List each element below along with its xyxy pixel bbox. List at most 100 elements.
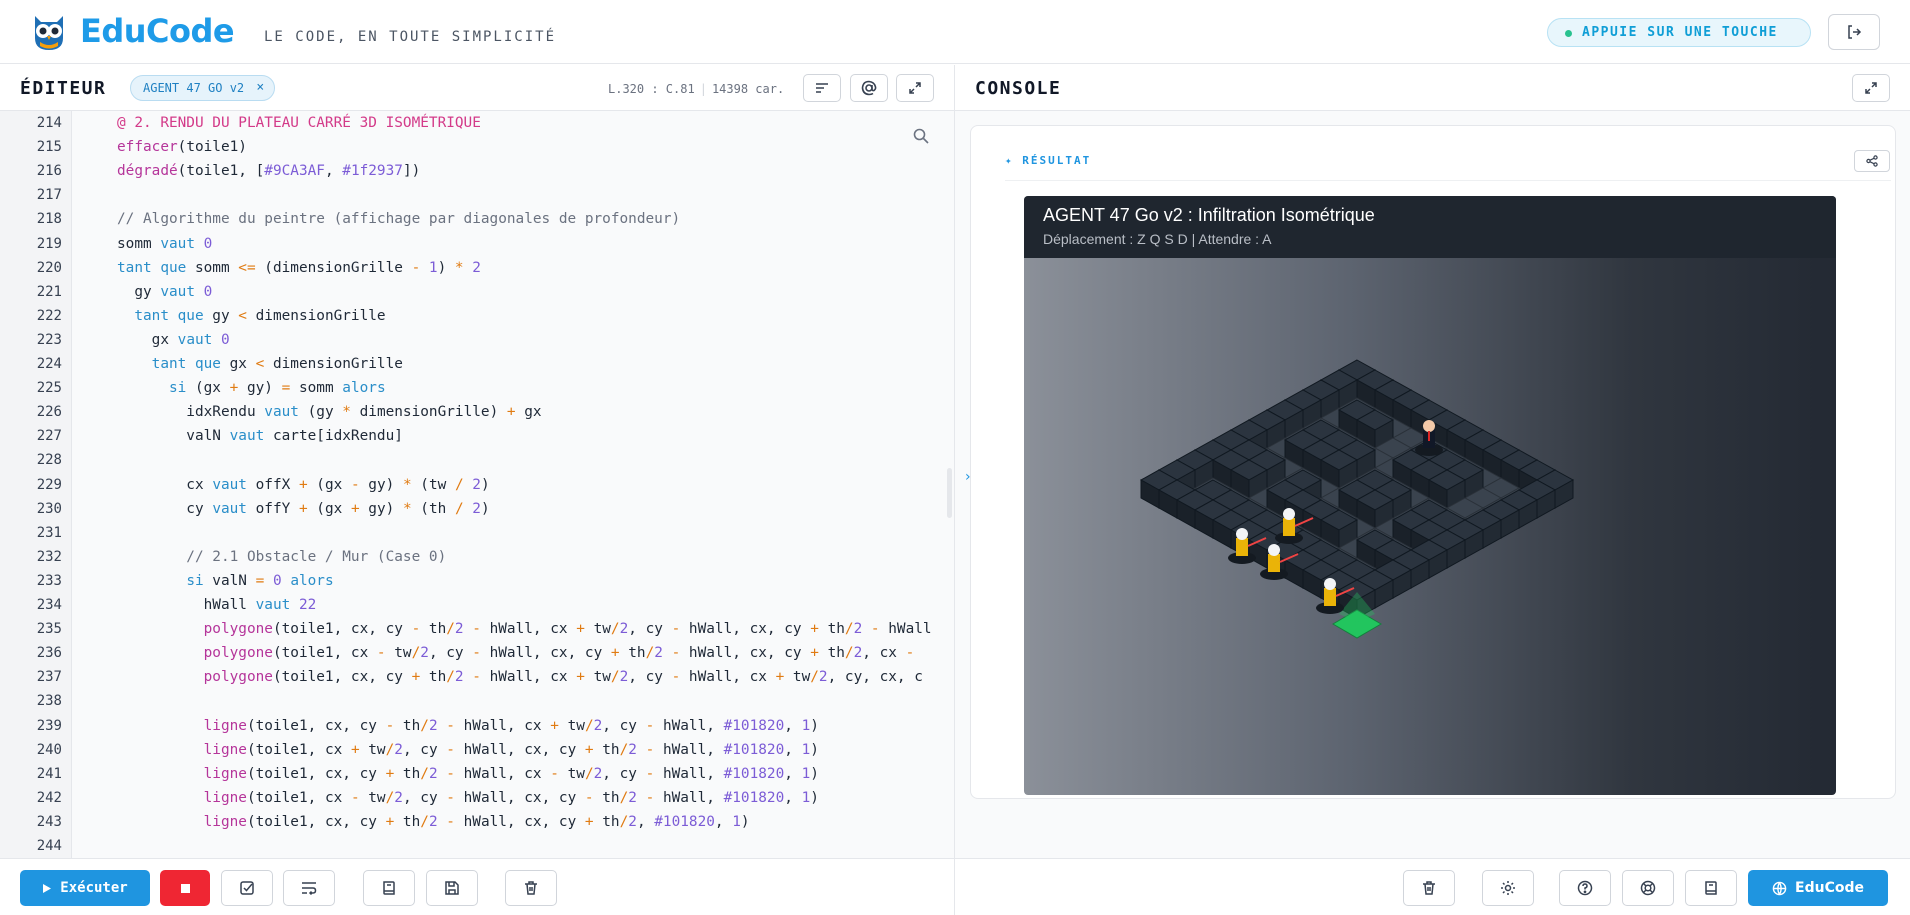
globe-icon xyxy=(1772,881,1787,895)
run-button[interactable]: Exécuter xyxy=(20,870,150,906)
line-number: 219 xyxy=(36,235,62,252)
line-number: 229 xyxy=(36,476,62,493)
wrap-button[interactable] xyxy=(283,870,335,906)
library-button[interactable] xyxy=(363,870,415,906)
code-line[interactable]: si valN = 0 alors xyxy=(117,569,333,593)
stop-icon xyxy=(180,883,190,893)
line-number: 222 xyxy=(36,307,62,324)
share-button[interactable] xyxy=(1854,150,1890,172)
code-line[interactable]: // Algorithme du peintre (affichage par … xyxy=(117,207,680,231)
line-number: 232 xyxy=(36,548,62,565)
line-number: 225 xyxy=(36,380,62,397)
line-number: 235 xyxy=(36,621,62,638)
code-line[interactable]: polygone(toile1, cx, cy - th/2 - hWall, … xyxy=(117,617,932,641)
line-number: 242 xyxy=(36,789,62,806)
code-line[interactable]: @ 2. RENDU DU PLATEAU CARRÉ 3D ISOMÉTRIQ… xyxy=(117,111,481,135)
code-line[interactable]: polygone(toile1, cx - tw/2, cy - hWall, … xyxy=(117,641,915,665)
save-button[interactable] xyxy=(426,870,478,906)
code-line[interactable]: tant que gy < dimensionGrille xyxy=(117,304,385,328)
code-line[interactable]: idxRendu vaut (gy * dimensionGrille) + g… xyxy=(117,400,541,424)
code-line[interactable]: somm vaut 0 xyxy=(117,232,212,256)
line-number: 217 xyxy=(36,187,62,204)
checkbox-icon xyxy=(240,881,254,895)
logo-text: EduCode xyxy=(80,12,235,50)
code-line[interactable]: valN vaut carte[idxRendu] xyxy=(117,424,403,448)
game-subtitle: Déplacement : Z Q S D | Attendre : A xyxy=(1043,231,1272,247)
support-button[interactable] xyxy=(1622,870,1674,906)
result-separator xyxy=(1005,180,1891,181)
line-number: 228 xyxy=(36,452,62,469)
line-number: 216 xyxy=(36,163,62,180)
line-number: 226 xyxy=(36,404,62,421)
share-icon xyxy=(1866,155,1878,167)
line-number-gutter: 214 215 216 217 218 219 220 221 222 223 224 225 226 2… xyxy=(0,111,72,858)
expand-console-button[interactable] xyxy=(1852,74,1890,102)
search-icon[interactable] xyxy=(912,127,930,145)
code-line[interactable]: gx vaut 0 xyxy=(117,328,230,352)
logout-icon xyxy=(1848,25,1862,39)
at-symbol-button[interactable] xyxy=(850,74,888,102)
game-canvas[interactable]: AGENT 47 Go v2 : Infiltration Isométriqu… xyxy=(1024,196,1836,795)
line-number: 218 xyxy=(36,211,62,228)
file-tab-label: AGENT 47 GO v2 xyxy=(143,81,245,95)
book-icon xyxy=(1705,881,1717,895)
code-line[interactable]: cx vaut offX + (gx - gy) * (tw / 2) xyxy=(117,473,489,497)
code-line[interactable]: polygone(toile1, cx, cy + th/2 - hWall, … xyxy=(117,665,923,689)
docs-button[interactable] xyxy=(1685,870,1737,906)
line-number: 224 xyxy=(36,356,62,372)
console-footer: EduCode xyxy=(955,858,1910,915)
code-line[interactable]: // 2.1 Obstacle / Mur (Case 0) xyxy=(117,545,446,569)
code-line[interactable]: ligne(toile1, cx, cy - th/2 - hWall, cx … xyxy=(117,714,819,738)
code-editor[interactable]: 214 215 216 217 218 219 220 221 222 223 224 225 226 2… xyxy=(0,111,954,858)
key-status-text: APPUIE SUR UNE TOUCHE xyxy=(1582,25,1778,40)
line-number: 237 xyxy=(36,669,62,686)
key-status-badge: APPUIE SUR UNE TOUCHE xyxy=(1547,18,1811,47)
code-line[interactable]: effacer(toile1) xyxy=(117,135,247,159)
expand-editor-button[interactable] xyxy=(896,74,934,102)
console-header: CONSOLE xyxy=(955,65,1910,111)
line-number: 231 xyxy=(36,524,62,541)
line-number: 243 xyxy=(36,813,62,830)
line-number: 214 xyxy=(36,115,62,131)
isometric-board xyxy=(1139,359,1575,639)
settings-button[interactable] xyxy=(1482,870,1534,906)
line-number: 233 xyxy=(36,572,62,589)
clear-console-button[interactable] xyxy=(1403,870,1455,906)
code-line[interactable]: tant que gx < dimensionGrille xyxy=(117,352,403,376)
play-icon xyxy=(43,883,52,893)
result-label: ✦ RÉSULTAT xyxy=(1005,154,1092,167)
stop-button[interactable] xyxy=(160,870,210,906)
educode-button-label: EduCode xyxy=(1795,880,1864,896)
code-line[interactable]: ligne(toile1, cx, cy + th/2 - hWall, cx … xyxy=(117,762,819,786)
file-tab[interactable]: AGENT 47 GO v2 × xyxy=(130,75,276,101)
expand-icon xyxy=(1865,82,1877,94)
code-line[interactable]: dégradé(toile1, [#9CA3AF, #1f2937]) xyxy=(117,159,420,183)
code-line[interactable]: gy vaut 0 xyxy=(117,280,212,304)
owl-logo-icon xyxy=(35,16,63,50)
game-title-bar: AGENT 47 Go v2 : Infiltration Isométriqu… xyxy=(1024,196,1836,258)
editor-scrollbar[interactable] xyxy=(947,468,952,518)
line-number: 221 xyxy=(36,283,62,300)
gear-icon xyxy=(1501,881,1515,895)
help-button[interactable] xyxy=(1559,870,1611,906)
console-title: CONSOLE xyxy=(975,78,1062,99)
code-line[interactable]: ligne(toile1, cx, cy + th/2 - hWall, cx,… xyxy=(117,810,750,834)
code-line[interactable]: ligne(toile1, cx + tw/2, cy - hWall, cx,… xyxy=(117,738,819,762)
format-button[interactable] xyxy=(803,74,841,102)
code-line[interactable]: si (gx + gy) = somm alors xyxy=(117,376,386,400)
delete-code-button[interactable] xyxy=(505,870,557,906)
code-body[interactable]: @ 2. RENDU DU PLATEAU CARRÉ 3D ISOMÉTRIQ… xyxy=(72,111,954,858)
code-line[interactable]: cy vaut offY + (gx + gy) * (th / 2) xyxy=(117,497,489,521)
check-button[interactable] xyxy=(221,870,273,906)
educode-website-button[interactable]: EduCode xyxy=(1748,870,1888,906)
code-line[interactable]: hWall vaut 22 xyxy=(117,593,317,617)
logout-button[interactable] xyxy=(1828,14,1880,50)
close-file-icon[interactable]: × xyxy=(256,76,264,100)
line-number: 223 xyxy=(36,331,62,348)
char-count: 14398 car. xyxy=(711,82,785,96)
code-line[interactable]: ligne(toile1, cx - tw/2, cy - hWall, cx,… xyxy=(117,786,819,810)
cursor-info: L.320 : C.81 | 14398 car. xyxy=(608,82,785,96)
align-left-icon xyxy=(816,83,828,93)
code-line[interactable]: tant que somm <= (dimensionGrille - 1) *… xyxy=(117,256,481,280)
line-number: 234 xyxy=(36,597,62,613)
